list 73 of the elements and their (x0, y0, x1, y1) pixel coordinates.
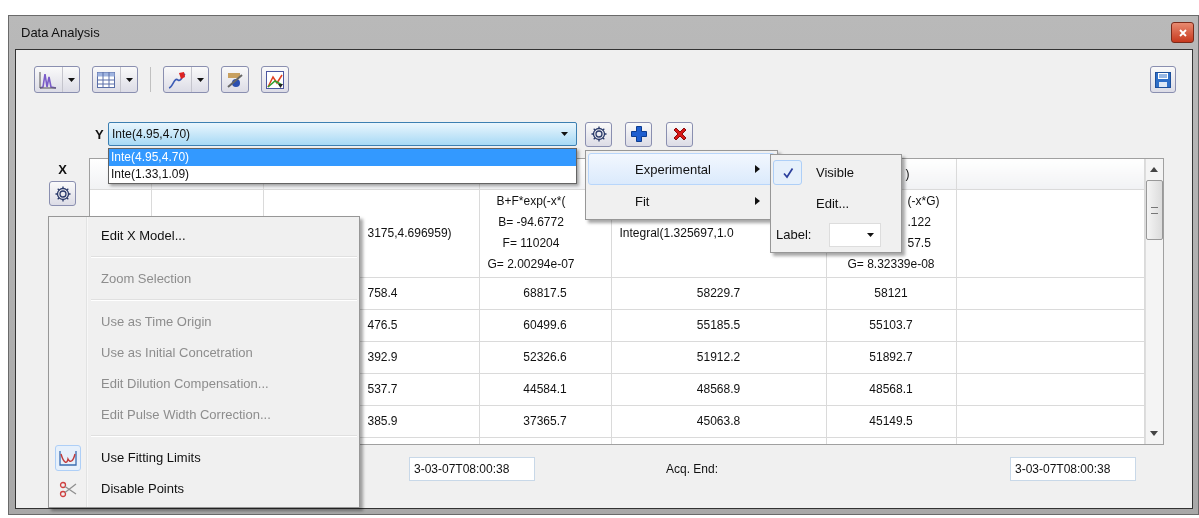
close-button[interactable] (1171, 22, 1194, 43)
add-series-button[interactable] (625, 121, 652, 147)
table-cell: 51912.2 (611, 341, 826, 373)
check-icon (781, 166, 794, 179)
submenu-arrow-icon (755, 165, 760, 173)
caret-icon (68, 77, 75, 82)
submenu-arrow-icon (755, 197, 760, 205)
table-cell: 45063.8 (611, 405, 826, 437)
menu-item[interactable]: Experimental (588, 153, 775, 185)
label-text: Label: (776, 227, 812, 242)
cell-line: G= 8.32339e-08 (847, 256, 935, 273)
close-icon (1178, 28, 1187, 37)
cell-line: .122 (907, 214, 931, 231)
y-axis-label: Y (95, 126, 105, 142)
cell-line: B= -94.6772 (498, 214, 564, 231)
menu-item: Use as Initial Concetration (100, 345, 253, 360)
tools-icon (226, 70, 244, 89)
scrollbar-thumb[interactable] (1145, 180, 1163, 240)
remove-series-button[interactable] (666, 121, 693, 147)
menu-item[interactable]: Use Fitting Limits (85, 450, 201, 465)
end-time-field[interactable]: 3-03-07T08:00:38 (1010, 457, 1136, 481)
table-cell: 44584.1 (479, 373, 611, 405)
table-cell: 58229.7 (611, 277, 826, 309)
acq-end-label: Acq. End: (666, 462, 720, 476)
table-cell: 60499.6 (479, 309, 611, 341)
table-cell: 48568.9 (611, 373, 826, 405)
window-title: Data Analysis (21, 25, 100, 40)
series-settings-button[interactable] (585, 121, 612, 147)
caret-icon (126, 77, 133, 82)
curve-limits-icon (59, 449, 77, 466)
cell-line: F= 110204 (502, 235, 560, 252)
y-series-dropdown[interactable]: Inte(4.95,4.70) (108, 122, 577, 146)
curve-tool-button[interactable] (163, 66, 209, 93)
cell-line: 57.5 (907, 235, 931, 252)
table-cell: 48568.1 (826, 373, 956, 405)
x-settings-button[interactable] (49, 181, 76, 206)
dropdown-option[interactable]: Inte(1.33,1.09) (109, 166, 576, 183)
scroll-up-icon (1150, 167, 1159, 172)
table-cell: 52326.6 (479, 341, 611, 373)
curve-marker-icon (168, 70, 186, 89)
caret-icon (867, 232, 875, 237)
chart-export-button[interactable] (261, 66, 289, 93)
cell-line: (-x*G) (907, 193, 940, 210)
tools-button[interactable] (221, 66, 249, 93)
chart-image-icon (266, 70, 284, 89)
cell-line: G= 2.00294e-07 (487, 256, 575, 273)
table-cell: 37365.7 (479, 405, 611, 437)
table-view-button[interactable] (92, 66, 138, 93)
x-axis-label: X (58, 162, 67, 177)
table-cell: 68817.5 (479, 277, 611, 309)
settings-icon (53, 184, 72, 203)
table-cell: 51892.7 (826, 341, 956, 373)
scroll-down-icon (1150, 431, 1159, 436)
table-grid-icon (97, 71, 115, 88)
save-button[interactable] (1150, 66, 1176, 93)
caret-icon (197, 77, 204, 82)
cell-line: B+F*exp(-x*( (496, 193, 566, 210)
menu-item: Zoom Selection (100, 271, 192, 286)
table-cell: 55185.5 (611, 309, 826, 341)
caret-icon (561, 132, 568, 136)
chart-type-button[interactable] (34, 66, 80, 93)
menu-item[interactable]: Disable Points (85, 481, 185, 496)
menu-item[interactable]: Edit X Model... (85, 228, 186, 243)
settings-icon (589, 125, 608, 143)
menu-item: Use as Time Origin (100, 314, 212, 329)
peak-chart-icon (39, 70, 57, 89)
scissors-icon (59, 479, 77, 498)
table-cell: 45149.5 (826, 405, 956, 437)
start-time-field[interactable]: 3-03-07T08:00:38 (409, 457, 535, 481)
table-cell: 58121 (826, 277, 956, 309)
table-cell: 55103.7 (826, 309, 956, 341)
save-icon (1155, 71, 1171, 88)
plus-icon (629, 125, 648, 143)
